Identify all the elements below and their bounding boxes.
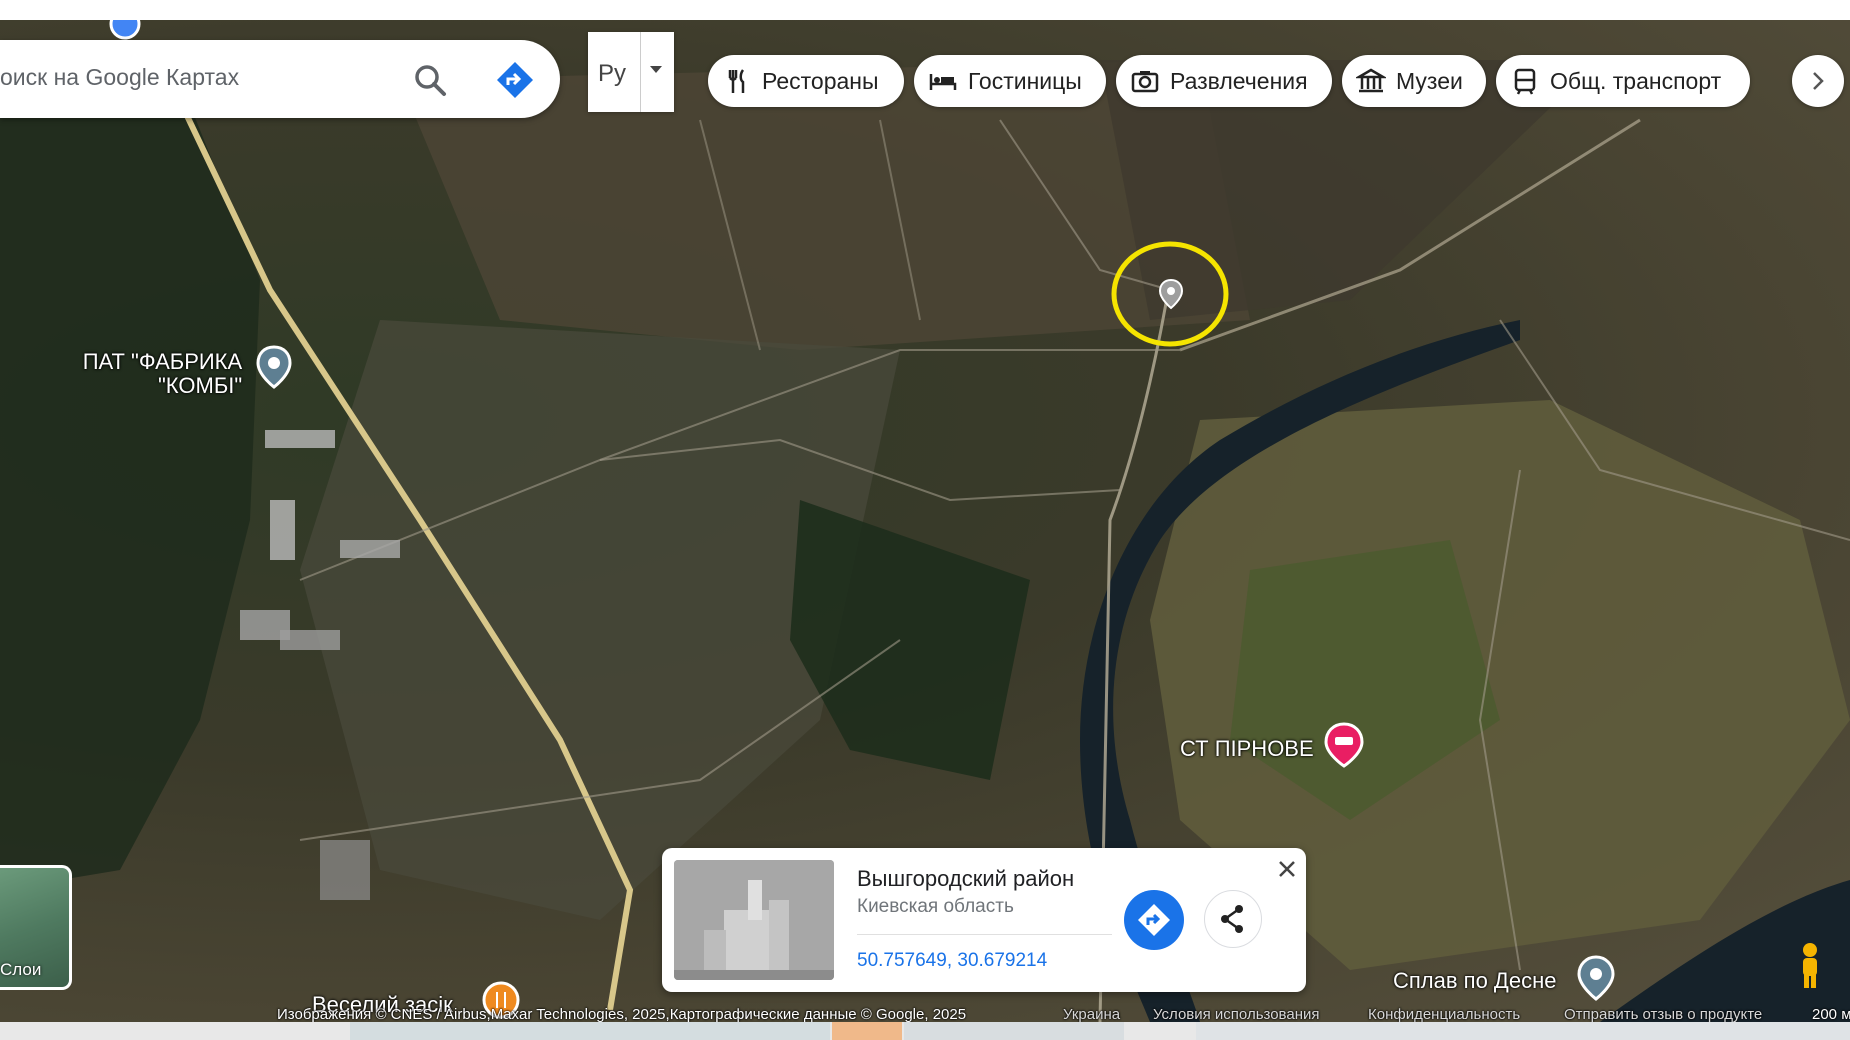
chip-label: Развлечения [1170,67,1308,94]
scale-label[interactable]: 200 м [1812,1006,1850,1023]
divider [857,934,1112,935]
strip-segment [350,1022,830,1040]
location-pin-icon[interactable] [1155,278,1187,310]
place-pin-icon[interactable] [1575,955,1617,1001]
place-card[interactable]: Вышгородский район Киевская область 50.7… [662,848,1306,992]
strip-segment [904,1022,1124,1040]
chip-hotels[interactable]: Гостиницы [914,55,1106,107]
language-label: Ру [598,60,627,87]
layers-button[interactable]: Слои [0,865,72,990]
privacy-link[interactable]: Конфиденциальность [1368,1006,1520,1023]
chips-next-button[interactable] [1792,55,1844,107]
directions-icon [1138,904,1170,936]
place-title: Вышгородский район [857,866,1075,891]
strip-segment [832,1022,902,1040]
building-illustration-icon [674,860,834,980]
place-subtitle: Киевская область [857,896,1014,917]
museum-icon [1356,68,1386,93]
hotel-pin-icon[interactable] [1322,722,1366,768]
chip-label: Общ. транспорт [1550,67,1722,94]
strip-segment [1196,1022,1850,1040]
place-thumbnail[interactable] [674,860,834,980]
language-selector[interactable]: Ру [588,32,674,112]
imagery-credit: Изображения © CNES / Airbus,Maxar Techno… [277,1006,967,1023]
place-label-splav[interactable]: Сплав по Десне [1393,968,1556,994]
directions-icon[interactable] [495,60,535,100]
attribution-bar: Изображения © CNES / Airbus,Maxar Techno… [0,1004,1850,1024]
chip-entertainment[interactable]: Развлечения [1116,55,1332,107]
share-button[interactable] [1204,890,1262,948]
terms-link[interactable]: Условия использования [1153,1006,1320,1023]
chevron-right-icon [1813,72,1824,90]
place-label-st-pirnove[interactable]: СТ ПІРНОВЕ [1180,736,1314,762]
layers-label: Слои [0,960,42,979]
place-label-factory[interactable]: ПАТ "ФАБРИКА "КОМБІ" [78,350,242,398]
restaurant-icon [728,69,745,93]
chip-restaurants[interactable]: Рестораны [708,55,904,107]
search-icon[interactable] [410,60,450,100]
divider [640,32,641,112]
place-coordinates[interactable]: 50.757649, 30.679214 [857,950,1047,972]
hotel-icon [929,74,957,90]
feedback-link[interactable]: Отправить отзыв о продукте [1564,1006,1762,1023]
chip-label: Музеи [1396,67,1463,94]
street-view-pegman-icon[interactable] [1793,940,1827,992]
place-pin-icon[interactable] [254,345,294,389]
chip-label: Гостиницы [968,67,1082,94]
share-icon [1221,905,1243,933]
search-box[interactable]: оиск на Google Картах [0,40,560,118]
country-link[interactable]: Украина [1063,1006,1120,1023]
bottom-strip [0,1022,1850,1040]
chip-museums[interactable]: Музеи [1342,55,1486,107]
directions-button[interactable] [1124,890,1184,950]
transit-icon [1514,68,1536,95]
chevron-down-icon[interactable] [650,66,662,73]
close-icon[interactable] [1274,856,1300,882]
chip-label: Рестораны [762,67,879,94]
top-strip [0,0,1850,20]
search-input[interactable]: оиск на Google Картах [0,64,239,91]
chip-transit[interactable]: Общ. транспорт [1496,55,1750,107]
camera-icon [1131,71,1159,93]
